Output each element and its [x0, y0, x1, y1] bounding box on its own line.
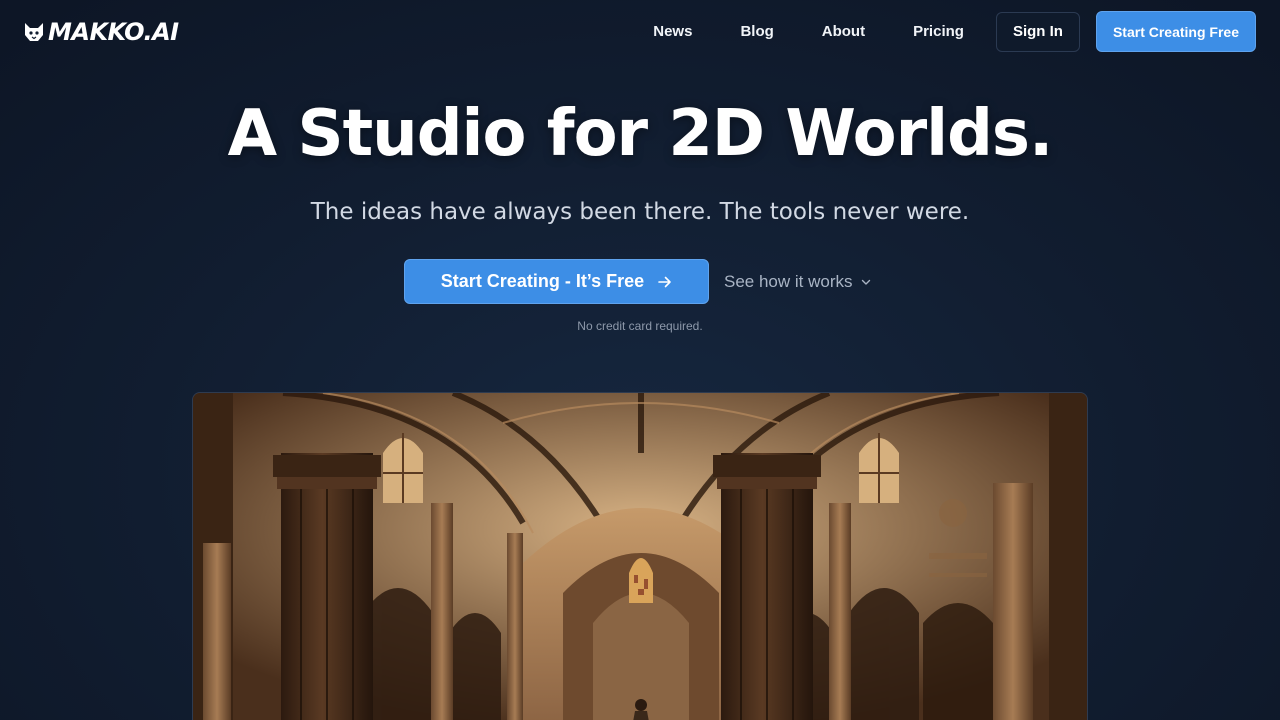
nav-link-blog[interactable]: Blog [740, 23, 773, 40]
brand-logo[interactable]: MAKKO.AI [24, 16, 179, 48]
nav-link-about[interactable]: About [822, 23, 865, 40]
hero-subtitle: The ideas have always been there. The to… [310, 199, 970, 225]
cat-head-icon [25, 23, 43, 41]
cta-label: Start Creating - It’s Free [440, 271, 645, 291]
hero-cta-row: Start Creating - It’s Free See how it wo… [404, 259, 871, 304]
brand-name: MAKKO.AI [48, 18, 179, 46]
top-nav: News Blog About Pricing Sign In Start Cr… [653, 11, 1256, 52]
showcase-image [192, 392, 1088, 720]
landing-page: MAKKO.AI News Blog About Pricing Sign In… [0, 0, 1280, 720]
chevron-down-icon [861, 279, 870, 285]
see-how-it-works-button[interactable]: See how it works [724, 259, 871, 304]
hero-title: A Studio for 2D Worlds. [227, 97, 1054, 171]
arrow-right-icon [658, 276, 671, 287]
see-how-label: See how it works [724, 271, 853, 291]
cathedral-illustration [193, 393, 1087, 720]
start-creating-free-button[interactable]: Start Creating Free [1095, 11, 1256, 52]
no-credit-card-note: No credit card required. [577, 319, 703, 333]
nav-link-pricing[interactable]: Pricing [913, 23, 964, 40]
nav-link-news[interactable]: News [653, 23, 692, 40]
sign-in-button[interactable]: Sign In [995, 11, 1080, 52]
start-creating-cta-button[interactable]: Start Creating - It’s Free [404, 259, 709, 304]
